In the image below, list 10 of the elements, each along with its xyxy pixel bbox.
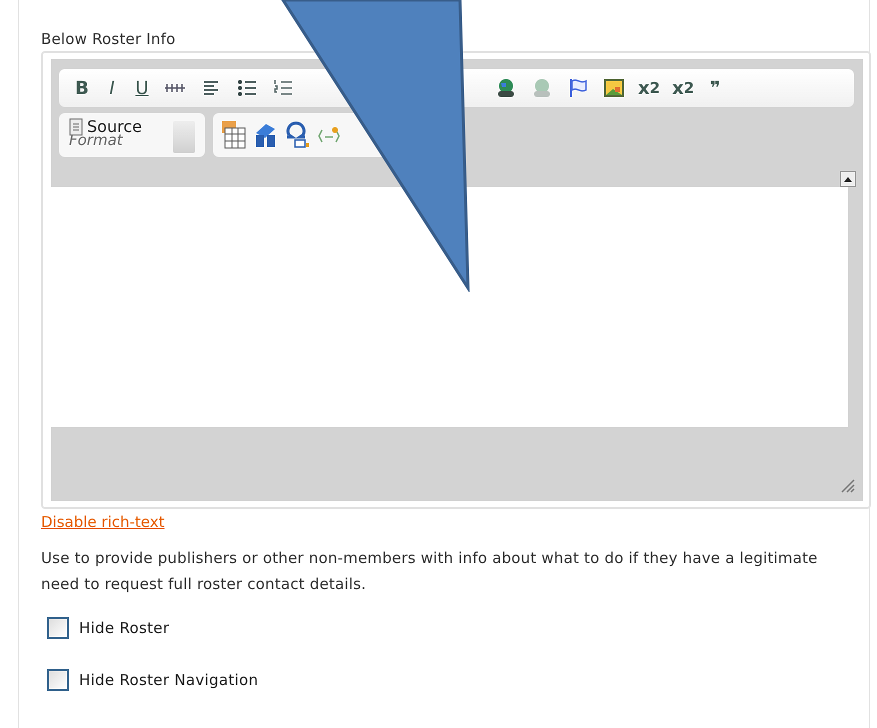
format-button[interactable]: I	[103, 75, 121, 101]
disable-rich-text-link[interactable]: Disable rich-text	[41, 513, 165, 531]
source-button[interactable]: Source	[69, 117, 142, 136]
format-button[interactable]: B	[73, 75, 91, 101]
format-button[interactable]: U	[133, 75, 151, 101]
checkbox-label: Hide Roster	[79, 619, 170, 637]
format-button[interactable]: ❞	[706, 75, 724, 101]
field-label: Below Roster Info	[41, 30, 176, 48]
checkbox-label: Hide Roster Navigation	[79, 671, 258, 689]
help-text: Use to provide publishers or other non-members with info about what to do if they have a legitimate need to request full roster contact details.	[41, 548, 819, 595]
